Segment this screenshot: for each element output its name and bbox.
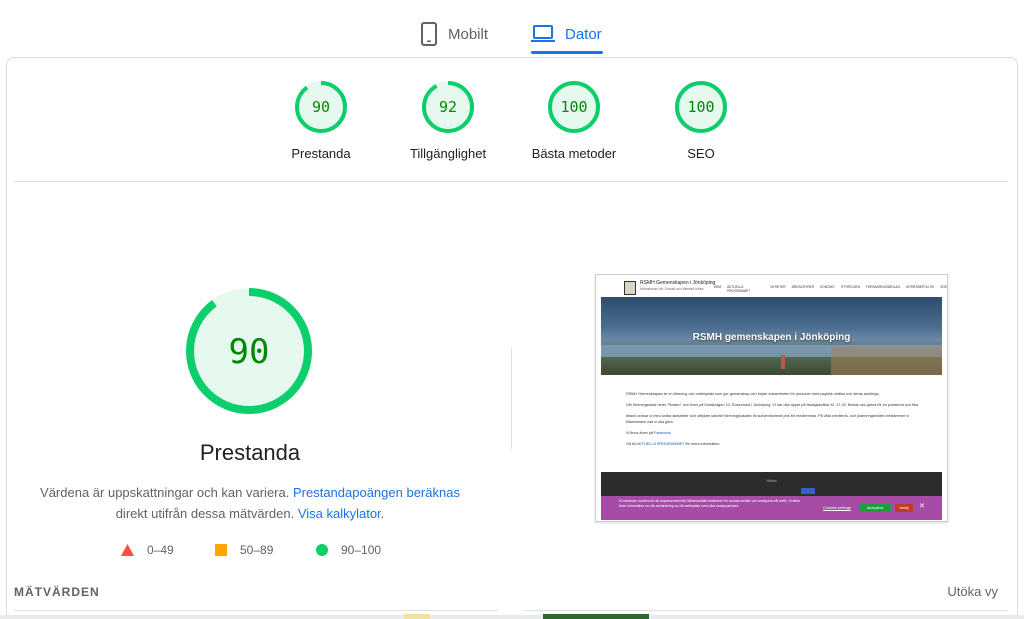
thumb-cookie-reject: Avböj: [895, 504, 913, 512]
score-label: Bästa metoder: [531, 146, 617, 161]
thumb-program-line: Gå till AKTUELLA PROGRAMMET för mera inf…: [626, 441, 926, 447]
square-icon: [215, 544, 227, 556]
thumb-nav-item: FÖRSÄKRINGSBOLAG: [865, 285, 901, 289]
score-gauge-seo[interactable]: 100 SEO: [636, 80, 766, 161]
device-tabs: Mobilt Dator: [0, 0, 1024, 56]
gauge-ring: 100: [548, 81, 600, 133]
thumb-body-text: RSMH Gemenskapen är en förening och möte…: [626, 391, 926, 452]
thumb-nav-item: HEM: [714, 285, 722, 289]
score-value: 100: [687, 98, 714, 116]
legend-item-fail: 0–49: [121, 543, 174, 557]
tab-mobile-label: Mobilt: [448, 25, 489, 43]
thumb-nav: HEM AKTUELLA PROGRAMMET NYHETER BROSCHYR…: [714, 285, 947, 293]
score-legend: 0–49 50–89 90–100: [0, 543, 512, 561]
laptop-icon: [531, 25, 555, 42]
performance-description: Värdena är uppskattningar och kan varier…: [30, 482, 470, 524]
thumb-facebook-line: Vi finns även på Facebook: [626, 430, 926, 436]
gauge-ring: 90: [295, 81, 347, 133]
metrics-header: MÄTVÄRDEN: [14, 585, 100, 599]
thumb-nav-item: KONTAKT: [820, 285, 835, 289]
legend-item-average: 50–89: [215, 543, 273, 557]
thumb-footer-text: Hälsa: [766, 478, 777, 483]
thumb-text: för mera information: [685, 442, 720, 446]
performance-score-value: 90: [229, 332, 270, 372]
thumb-site-header: RSMH Gemenskapen i Jönköping Mötesforum …: [596, 275, 947, 297]
circle-icon: [316, 544, 328, 556]
score-label: SEO: [687, 146, 715, 161]
score-gauge-performance[interactable]: 90 Prestanda: [256, 80, 386, 161]
phone-icon: [421, 22, 437, 46]
expand-view-button[interactable]: Utöka vy: [947, 584, 998, 599]
legend-item-pass: 90–100: [316, 543, 381, 557]
page-screenshot-thumbnail[interactable]: RSMH Gemenskapen i Jönköping Mötesforum …: [595, 274, 948, 522]
section-divider: [14, 181, 1008, 182]
thumb-text: Gå till: [626, 442, 636, 446]
thumb-program-link: AKTUELLA PROGRAMMET: [636, 442, 685, 446]
score-value: 92: [439, 98, 457, 116]
thumb-nav-item: SÖK: [940, 285, 947, 289]
score-gauges: 90 Prestanda 92 Tillgänglighet 100 Bästa…: [0, 80, 1024, 170]
thumb-paragraph: RSMH Gemenskapen är en förening och möte…: [626, 392, 880, 396]
thumb-paragraph: Vår föreningslokal heter "Rosten" och fi…: [626, 403, 920, 407]
thumb-site-sub: Mötesforum för Socialt och Mentalt hälsa: [640, 287, 704, 291]
metrics-divider: [524, 610, 1008, 611]
tab-desktop[interactable]: Dator: [531, 14, 602, 54]
bottom-strip: [0, 615, 1024, 619]
score-gauge-best-practices[interactable]: 100 Bästa metoder: [509, 80, 639, 161]
gauge-ring: 100: [675, 81, 727, 133]
thumb-hero-title: RSMH gemenskapen i Jönköping: [692, 332, 851, 343]
performance-title: Prestanda: [199, 440, 301, 465]
tab-mobile[interactable]: Mobilt: [420, 14, 488, 54]
score-calculation-link[interactable]: Prestandapoängen beräknas: [293, 485, 460, 500]
desc-middle: direkt utifrån dessa mätvärden.: [115, 506, 295, 521]
thumb-hero-image: RSMH gemenskapen i Jönköping: [601, 297, 942, 375]
metric-bar-partial: [404, 614, 430, 619]
calculator-link[interactable]: Visa kalkylator: [298, 506, 381, 521]
score-label: Tillgänglighet: [409, 146, 487, 161]
close-icon: ✕: [919, 503, 925, 510]
score-value: 90: [312, 98, 330, 116]
metric-bar-partial: [543, 614, 649, 619]
score-gauge-accessibility[interactable]: 92 Tillgänglighet: [383, 80, 513, 161]
thumb-footer: Hälsa: [601, 472, 942, 496]
score-label: Prestanda: [291, 146, 351, 161]
thumb-cookie-banner: Vi använder cookies för att anpassa inne…: [601, 496, 942, 520]
thumb-site-name: RSMH Gemenskapen i Jönköping: [640, 280, 716, 286]
thumb-cookie-settings: Cookies settings: [823, 506, 851, 510]
legend-label: 50–89: [240, 543, 274, 557]
scroll-up-icon: [801, 488, 815, 494]
thumb-nav-item: STYRELSEN: [840, 285, 860, 289]
thumb-cookie-accept: Acceptera: [859, 504, 891, 512]
gauge-ring: 92: [422, 81, 474, 133]
performance-gauge: 90: [186, 288, 312, 414]
thumb-nav-item: INTRESSEPOLITIK: [906, 285, 935, 289]
metrics-divider: [14, 610, 498, 611]
hero-tower: [781, 355, 785, 369]
desc-prefix: Värdena är uppskattningar och kan varier…: [40, 485, 290, 500]
column-divider: [511, 347, 512, 449]
thumb-nav-item: NYHETER: [770, 285, 786, 289]
triangle-icon: [121, 544, 134, 556]
legend-label: 0–49: [147, 543, 174, 557]
desc-suffix: .: [380, 506, 385, 521]
thumb-paragraph: Ibland ordnar vi med andra aktiviteter o…: [626, 414, 910, 424]
active-tab-indicator: [531, 51, 603, 54]
thumb-nav-item: BROSCHYRER: [791, 285, 815, 289]
thumb-cookie-text: Vi använder cookies för att anpassa inne…: [619, 499, 800, 508]
hero-town: [831, 347, 942, 375]
legend-label: 90–100: [341, 543, 382, 557]
score-value: 100: [560, 98, 587, 116]
thumb-nav-item: AKTUELLA PROGRAMMET: [727, 285, 751, 293]
thumb-facebook-link: Facebook: [654, 431, 671, 435]
site-logo-icon: [624, 281, 636, 295]
tab-desktop-label: Dator: [565, 25, 602, 43]
thumb-text: Vi finns även på: [626, 431, 653, 435]
